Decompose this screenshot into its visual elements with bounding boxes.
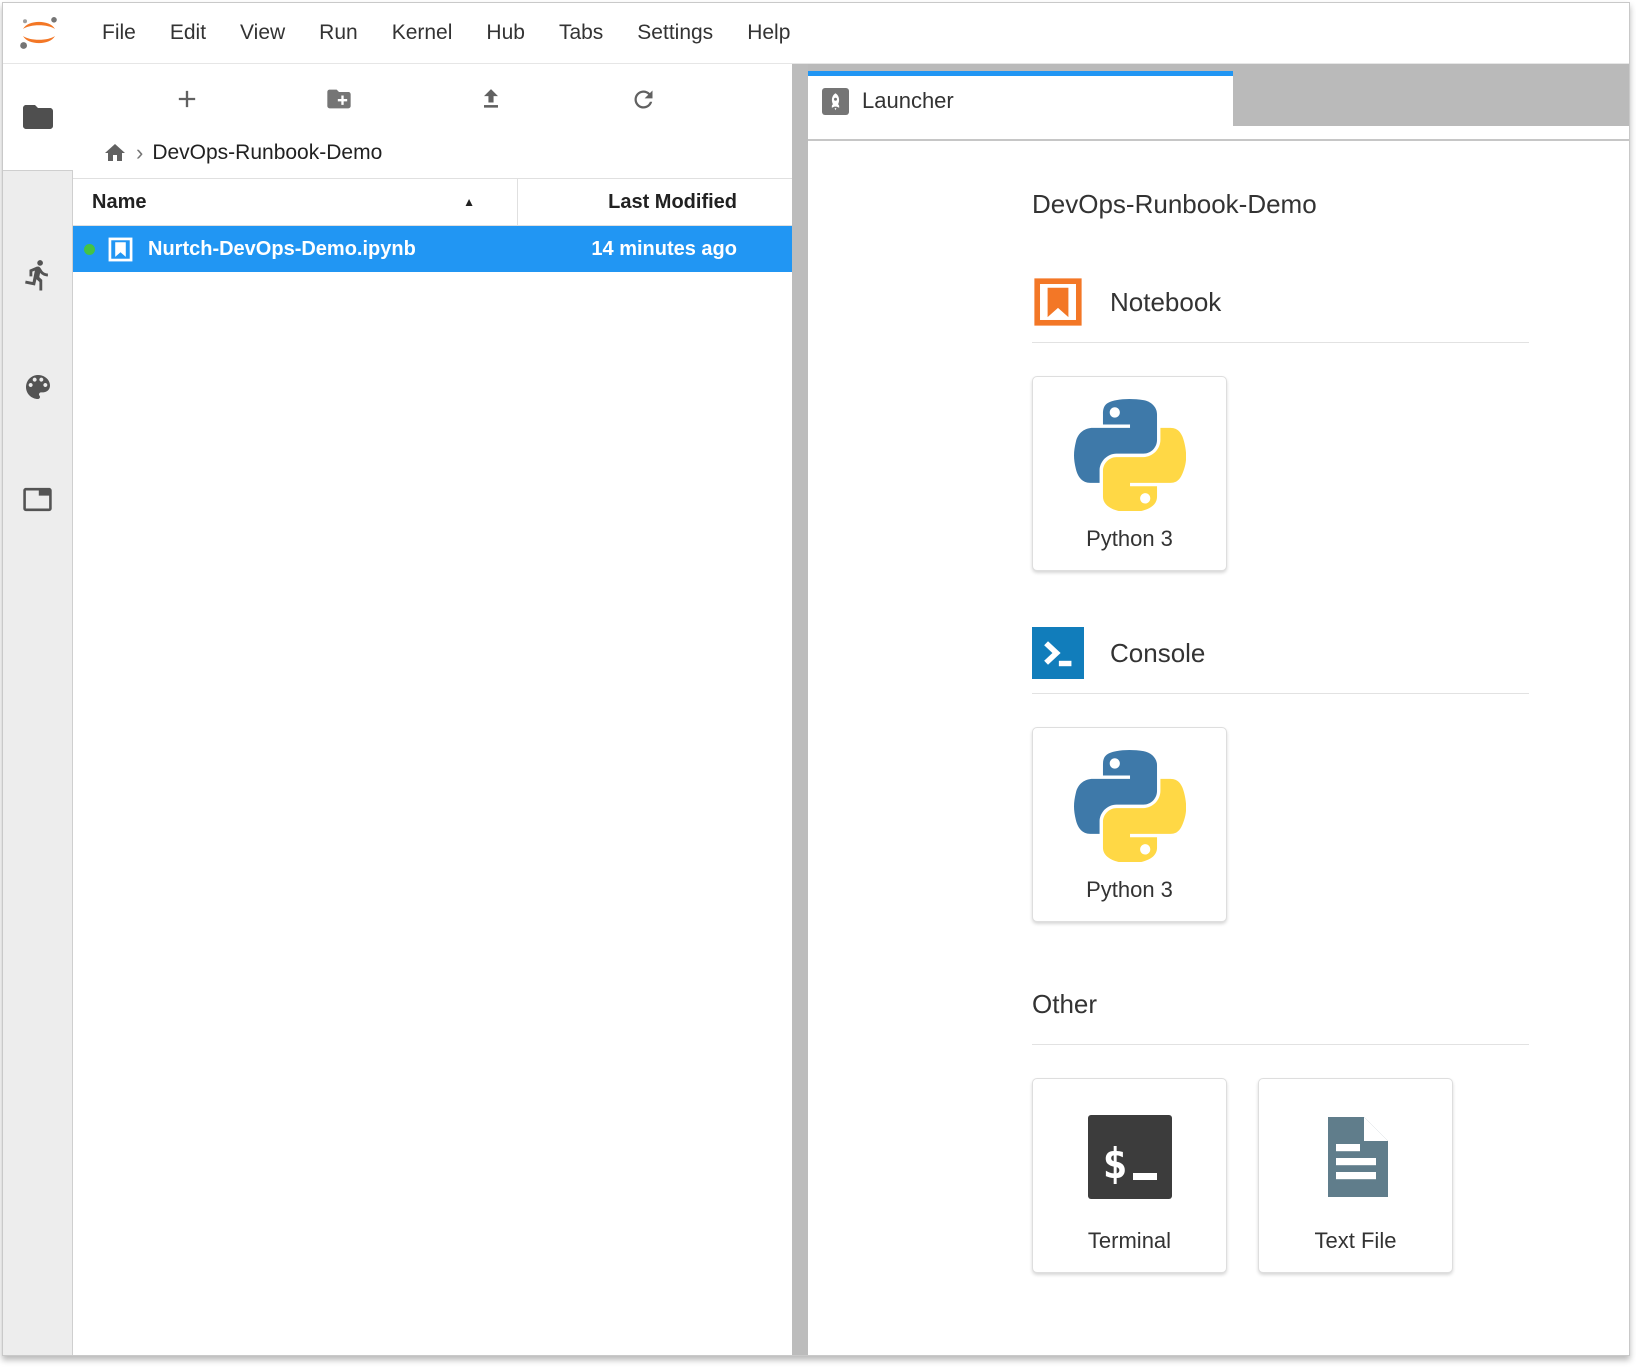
tabs-icon — [22, 484, 53, 515]
tab-launcher-label: Launcher — [862, 88, 954, 114]
section-divider — [1032, 342, 1529, 343]
launcher-section-console: Console Python 3 — [1032, 627, 1629, 922]
launcher-card-notebook-python3[interactable]: Python 3 — [1032, 376, 1227, 571]
python-icon — [1074, 399, 1186, 511]
home-icon[interactable] — [103, 141, 127, 165]
menu-tabs[interactable]: Tabs — [542, 21, 620, 45]
file-last-modified: 14 minutes ago — [591, 238, 792, 261]
sidebar-tab-commands[interactable] — [3, 331, 72, 443]
launcher-section-notebook: Notebook Python 3 — [1032, 276, 1629, 571]
launcher-card-console-python3[interactable]: Python 3 — [1032, 727, 1227, 922]
left-sidebar — [3, 64, 73, 1355]
dock-tab-bar: Launcher — [808, 64, 1629, 126]
new-launcher-button[interactable] — [111, 85, 263, 113]
launcher-card-text-file[interactable]: Text File — [1258, 1078, 1453, 1273]
upload-icon — [477, 85, 505, 113]
launcher-body: DevOps-Runbook-Demo Notebook — [808, 141, 1629, 1355]
section-label: Notebook — [1110, 287, 1221, 318]
refresh-icon — [630, 86, 657, 113]
file-row-selected[interactable]: Nurtch-DevOps-Demo.ipynb 14 minutes ago — [73, 226, 792, 272]
file-name: Nurtch-DevOps-Demo.ipynb — [148, 238, 416, 261]
column-header-name[interactable]: Name ▲ — [73, 179, 518, 225]
main-dock-panel: Launcher DevOps-Runbook-Demo Notebook — [808, 64, 1629, 1355]
menu-run[interactable]: Run — [302, 21, 375, 45]
file-browser-panel: › DevOps-Runbook-Demo Name ▲ Last Modifi… — [73, 64, 792, 1355]
breadcrumb: › DevOps-Runbook-Demo — [73, 128, 792, 178]
section-divider — [1032, 1044, 1529, 1045]
jupyter-logo-icon — [15, 15, 63, 51]
card-label: Text File — [1315, 1228, 1397, 1272]
panel-splitter-handle[interactable] — [792, 64, 808, 1355]
file-list-header: Name ▲ Last Modified — [73, 178, 792, 226]
section-header: Console — [1032, 627, 1629, 679]
section-header: Other — [1032, 978, 1629, 1030]
menu-help[interactable]: Help — [730, 21, 807, 45]
python-icon — [1074, 750, 1186, 862]
launcher-cwd-title: DevOps-Runbook-Demo — [1032, 189, 1629, 220]
section-label: Console — [1110, 638, 1205, 669]
menu-file[interactable]: File — [85, 21, 153, 45]
console-icon — [1032, 627, 1084, 679]
launcher-rocket-icon — [822, 88, 849, 115]
breadcrumb-separator: › — [136, 140, 143, 166]
menu-kernel[interactable]: Kernel — [375, 21, 470, 45]
launcher-section-other: Other $ Terminal — [1032, 978, 1629, 1273]
card-label: Python 3 — [1086, 526, 1173, 570]
menu-bar: File Edit View Run Kernel Hub Tabs Setti… — [3, 3, 1629, 64]
upload-button[interactable] — [415, 85, 567, 113]
jupyterlab-window: File Edit View Run Kernel Hub Tabs Setti… — [2, 2, 1630, 1356]
card-label: Terminal — [1088, 1228, 1171, 1272]
new-folder-icon — [325, 85, 353, 113]
tab-bar-gap — [808, 126, 1629, 139]
folder-icon — [20, 99, 56, 135]
sidebar-tab-running-sessions[interactable] — [3, 219, 72, 331]
notebook-icon — [1032, 276, 1084, 328]
card-label: Python 3 — [1086, 877, 1173, 921]
sidebar-tab-open-tabs[interactable] — [3, 443, 72, 555]
refresh-button[interactable] — [567, 86, 719, 113]
palette-icon — [22, 371, 54, 403]
launcher-card-terminal[interactable]: $ Terminal — [1032, 1078, 1227, 1273]
kernel-running-indicator — [84, 244, 95, 255]
sidebar-tab-files[interactable] — [3, 64, 73, 170]
section-label: Other — [1032, 989, 1097, 1020]
new-folder-button[interactable] — [263, 85, 415, 113]
notebook-file-icon — [107, 236, 134, 263]
breadcrumb-current-folder[interactable]: DevOps-Runbook-Demo — [152, 141, 382, 165]
sidebar-inactive-area — [3, 170, 73, 1355]
section-divider — [1032, 693, 1529, 694]
column-header-last-modified[interactable]: Last Modified — [518, 191, 792, 214]
running-man-icon — [21, 258, 55, 292]
sort-ascending-icon: ▲ — [463, 195, 475, 209]
file-browser-toolbar — [73, 64, 792, 128]
section-header: Notebook — [1032, 276, 1629, 328]
name-column-label: Name — [92, 191, 146, 214]
menu-view[interactable]: View — [223, 21, 302, 45]
tab-launcher[interactable]: Launcher — [808, 71, 1233, 126]
menu-hub[interactable]: Hub — [469, 21, 542, 45]
menu-settings[interactable]: Settings — [620, 21, 730, 45]
menu-edit[interactable]: Edit — [153, 21, 223, 45]
plus-icon — [173, 85, 201, 113]
textfile-icon — [1308, 1109, 1404, 1205]
terminal-icon: $ — [1088, 1115, 1172, 1199]
